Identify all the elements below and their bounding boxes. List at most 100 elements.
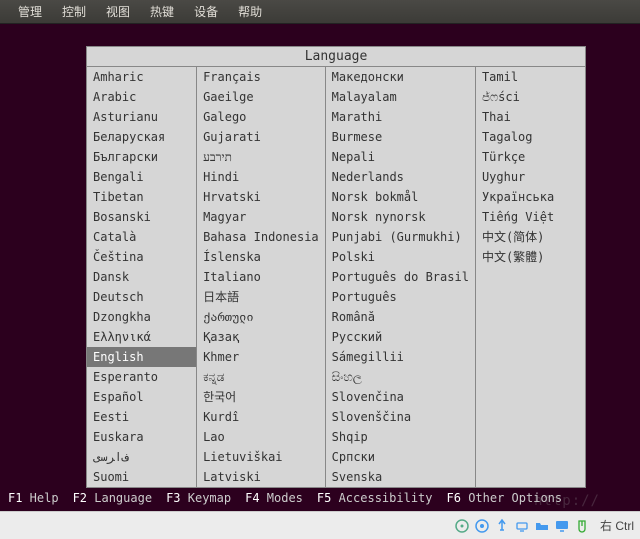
language-option[interactable]: ქართული bbox=[197, 307, 325, 327]
language-option[interactable]: Bengali bbox=[87, 167, 196, 187]
language-option[interactable]: Norsk nynorsk bbox=[326, 207, 475, 227]
language-option[interactable]: Ελληνικά bbox=[87, 327, 196, 347]
language-option[interactable]: Hindi bbox=[197, 167, 325, 187]
language-panel: Language AmharicArabicAsturianuБеларуска… bbox=[86, 46, 586, 488]
menubar: 管理 控制 视图 热键 设备 帮助 bbox=[0, 0, 640, 24]
language-columns: AmharicArabicAsturianuБеларускаяБългарск… bbox=[87, 67, 585, 487]
language-option[interactable]: Dzongkha bbox=[87, 307, 196, 327]
menu-view[interactable]: 视图 bbox=[96, 0, 140, 24]
fkey-f2[interactable]: F2 Language bbox=[73, 491, 152, 505]
language-option[interactable]: ﻑﺍﺮﺳی bbox=[87, 447, 196, 467]
menu-devices[interactable]: 设备 bbox=[184, 0, 228, 24]
language-option[interactable]: Gaeilge bbox=[197, 87, 325, 107]
language-option[interactable]: Euskara bbox=[87, 427, 196, 447]
language-option[interactable]: සිංහල bbox=[326, 367, 475, 387]
language-option[interactable]: Български bbox=[87, 147, 196, 167]
language-option[interactable]: Català bbox=[87, 227, 196, 247]
language-option[interactable]: Thai bbox=[476, 107, 585, 127]
language-option[interactable]: 日本語 bbox=[197, 287, 325, 307]
language-option[interactable]: Norsk bokmål bbox=[326, 187, 475, 207]
language-option[interactable]: Magyar bbox=[197, 207, 325, 227]
language-option[interactable]: Burmese bbox=[326, 127, 475, 147]
language-option[interactable]: Slovenščina bbox=[326, 407, 475, 427]
language-option[interactable]: Esperanto bbox=[87, 367, 196, 387]
language-option[interactable]: Bahasa Indonesia bbox=[197, 227, 325, 247]
shared-folder-icon[interactable] bbox=[534, 518, 550, 534]
language-option[interactable]: English bbox=[87, 347, 196, 367]
fkey-f3[interactable]: F3 Keymap bbox=[166, 491, 231, 505]
language-option[interactable]: Malayalam bbox=[326, 87, 475, 107]
language-option[interactable]: 中文(繁體) bbox=[476, 247, 585, 267]
fkey-f1[interactable]: F1 Help bbox=[8, 491, 59, 505]
language-option[interactable]: 中文(简体) bbox=[476, 227, 585, 247]
menu-help[interactable]: 帮助 bbox=[228, 0, 272, 24]
language-option[interactable]: Українська bbox=[476, 187, 585, 207]
menu-manage[interactable]: 管理 bbox=[8, 0, 52, 24]
menu-control[interactable]: 控制 bbox=[52, 0, 96, 24]
language-option[interactable]: Español bbox=[87, 387, 196, 407]
language-option[interactable]: Svenska bbox=[326, 467, 475, 487]
language-panel-title: Language bbox=[87, 47, 585, 67]
language-option[interactable]: Shqip bbox=[326, 427, 475, 447]
language-option[interactable]: Sámegillii bbox=[326, 347, 475, 367]
language-option[interactable]: Íslenska bbox=[197, 247, 325, 267]
usb-icon[interactable] bbox=[494, 518, 510, 534]
network-icon[interactable] bbox=[514, 518, 530, 534]
mouse-integration-icon[interactable] bbox=[574, 518, 590, 534]
language-option[interactable]: Français bbox=[197, 67, 325, 87]
language-option[interactable]: Dansk bbox=[87, 267, 196, 287]
language-option[interactable]: Қазақ bbox=[197, 327, 325, 347]
language-option[interactable]: Русский bbox=[326, 327, 475, 347]
language-option[interactable]: Hrvatski bbox=[197, 187, 325, 207]
language-option[interactable]: Português bbox=[326, 287, 475, 307]
language-option[interactable]: Eesti bbox=[87, 407, 196, 427]
language-option[interactable]: Tiếng Việt bbox=[476, 207, 585, 227]
language-option[interactable]: Italiano bbox=[197, 267, 325, 287]
language-option[interactable]: Српски bbox=[326, 447, 475, 467]
language-column: МакедонскиMalayalamMarathiBurmeseNepaliN… bbox=[326, 67, 476, 487]
language-option[interactable]: Lao bbox=[197, 427, 325, 447]
language-option[interactable]: Română bbox=[326, 307, 475, 327]
language-option[interactable]: Bosanski bbox=[87, 207, 196, 227]
language-option[interactable]: Marathi bbox=[326, 107, 475, 127]
language-option[interactable]: Беларуская bbox=[87, 127, 196, 147]
language-option[interactable]: Galego bbox=[197, 107, 325, 127]
language-option[interactable]: Tagalog bbox=[476, 127, 585, 147]
language-option[interactable]: ජ්ෆści bbox=[476, 87, 585, 107]
language-option[interactable]: Deutsch bbox=[87, 287, 196, 307]
language-option[interactable]: Slovenčina bbox=[326, 387, 475, 407]
language-option[interactable]: ಕನ್ನಡ bbox=[197, 367, 325, 387]
language-option[interactable]: Amharic bbox=[87, 67, 196, 87]
language-option[interactable]: Asturianu bbox=[87, 107, 196, 127]
language-option[interactable]: Čeština bbox=[87, 247, 196, 267]
language-option[interactable]: Tibetan bbox=[87, 187, 196, 207]
display-icon[interactable] bbox=[554, 518, 570, 534]
language-option[interactable]: Tamil bbox=[476, 67, 585, 87]
fkey-f5[interactable]: F5 Accessibility bbox=[317, 491, 433, 505]
vm-screen[interactable]: Language AmharicArabicAsturianuБеларуска… bbox=[0, 24, 640, 511]
language-option[interactable]: Uyghur bbox=[476, 167, 585, 187]
language-option[interactable]: Lietuviškai bbox=[197, 447, 325, 467]
language-option[interactable]: Polski bbox=[326, 247, 475, 267]
language-option[interactable]: Arabic bbox=[87, 87, 196, 107]
language-option[interactable]: תירבע bbox=[197, 147, 325, 167]
language-option[interactable]: Gujarati bbox=[197, 127, 325, 147]
host-key-indicator: 右 Ctrl bbox=[600, 517, 634, 534]
language-option[interactable]: Македонски bbox=[326, 67, 475, 87]
language-column: Tamilජ්ෆściThaiTagalogTürkçeUyghurУкраїн… bbox=[476, 67, 585, 487]
language-option[interactable]: Nederlands bbox=[326, 167, 475, 187]
language-option[interactable]: Português do Brasil bbox=[326, 267, 475, 287]
menu-hotkeys[interactable]: 热键 bbox=[140, 0, 184, 24]
language-option[interactable]: Türkçe bbox=[476, 147, 585, 167]
language-option[interactable]: Khmer bbox=[197, 347, 325, 367]
statusbar: 右 Ctrl bbox=[0, 511, 640, 539]
language-option[interactable]: Nepali bbox=[326, 147, 475, 167]
language-option[interactable]: Suomi bbox=[87, 467, 196, 487]
language-option[interactable]: 한국어 bbox=[197, 387, 325, 407]
language-option[interactable]: Kurdî bbox=[197, 407, 325, 427]
hard-disk-icon[interactable] bbox=[474, 518, 490, 534]
fkey-f4[interactable]: F4 Modes bbox=[245, 491, 303, 505]
language-option[interactable]: Punjabi (Gurmukhi) bbox=[326, 227, 475, 247]
disc-icon[interactable] bbox=[454, 518, 470, 534]
language-option[interactable]: Latviski bbox=[197, 467, 325, 487]
